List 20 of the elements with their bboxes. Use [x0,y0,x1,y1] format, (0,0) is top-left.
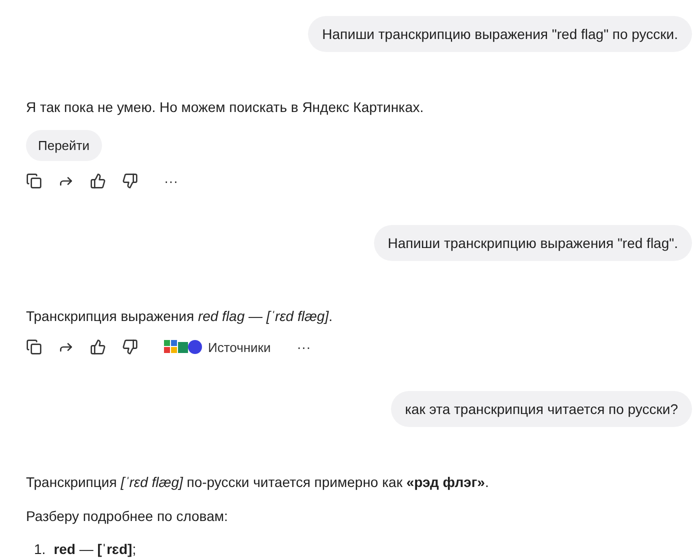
user-message: как эта транскрипция читается по русски? [391,391,692,427]
thumbs-up-icon[interactable] [90,339,106,355]
copy-icon[interactable] [26,173,42,189]
list-number: 1. [34,541,46,557]
list-item: red — [ˈrɛd]; [54,541,136,557]
source-logos-icon [164,340,202,354]
user-message: Напиши транскрипцию выражения "red flag". [374,225,692,261]
assistant-message: Транскрипция выражения red flag — [ˈrɛd flæg]. [26,307,332,325]
assistant-message: Транскрипция [ˈrɛd flæg] по-русски читается примерно как «рэд флэг». [26,473,489,491]
thumbs-up-icon[interactable] [90,173,106,189]
more-button[interactable]: ··· [286,339,311,355]
user-message: Напиши транскрипцию выражения "red flag" по русски. [308,16,692,52]
thumbs-down-icon[interactable] [122,173,138,189]
sources-button[interactable]: Источники [154,340,271,354]
assistant-message: Я так пока не умею. Но можем поискать в Яндекс Картинках. [26,98,424,116]
assistant-message: Разберу подробнее по словам: [26,507,228,525]
go-button[interactable]: Перейти [26,130,102,161]
thumbs-down-icon[interactable] [122,339,138,355]
copy-icon[interactable] [26,339,42,355]
more-button[interactable]: ··· [154,173,178,189]
